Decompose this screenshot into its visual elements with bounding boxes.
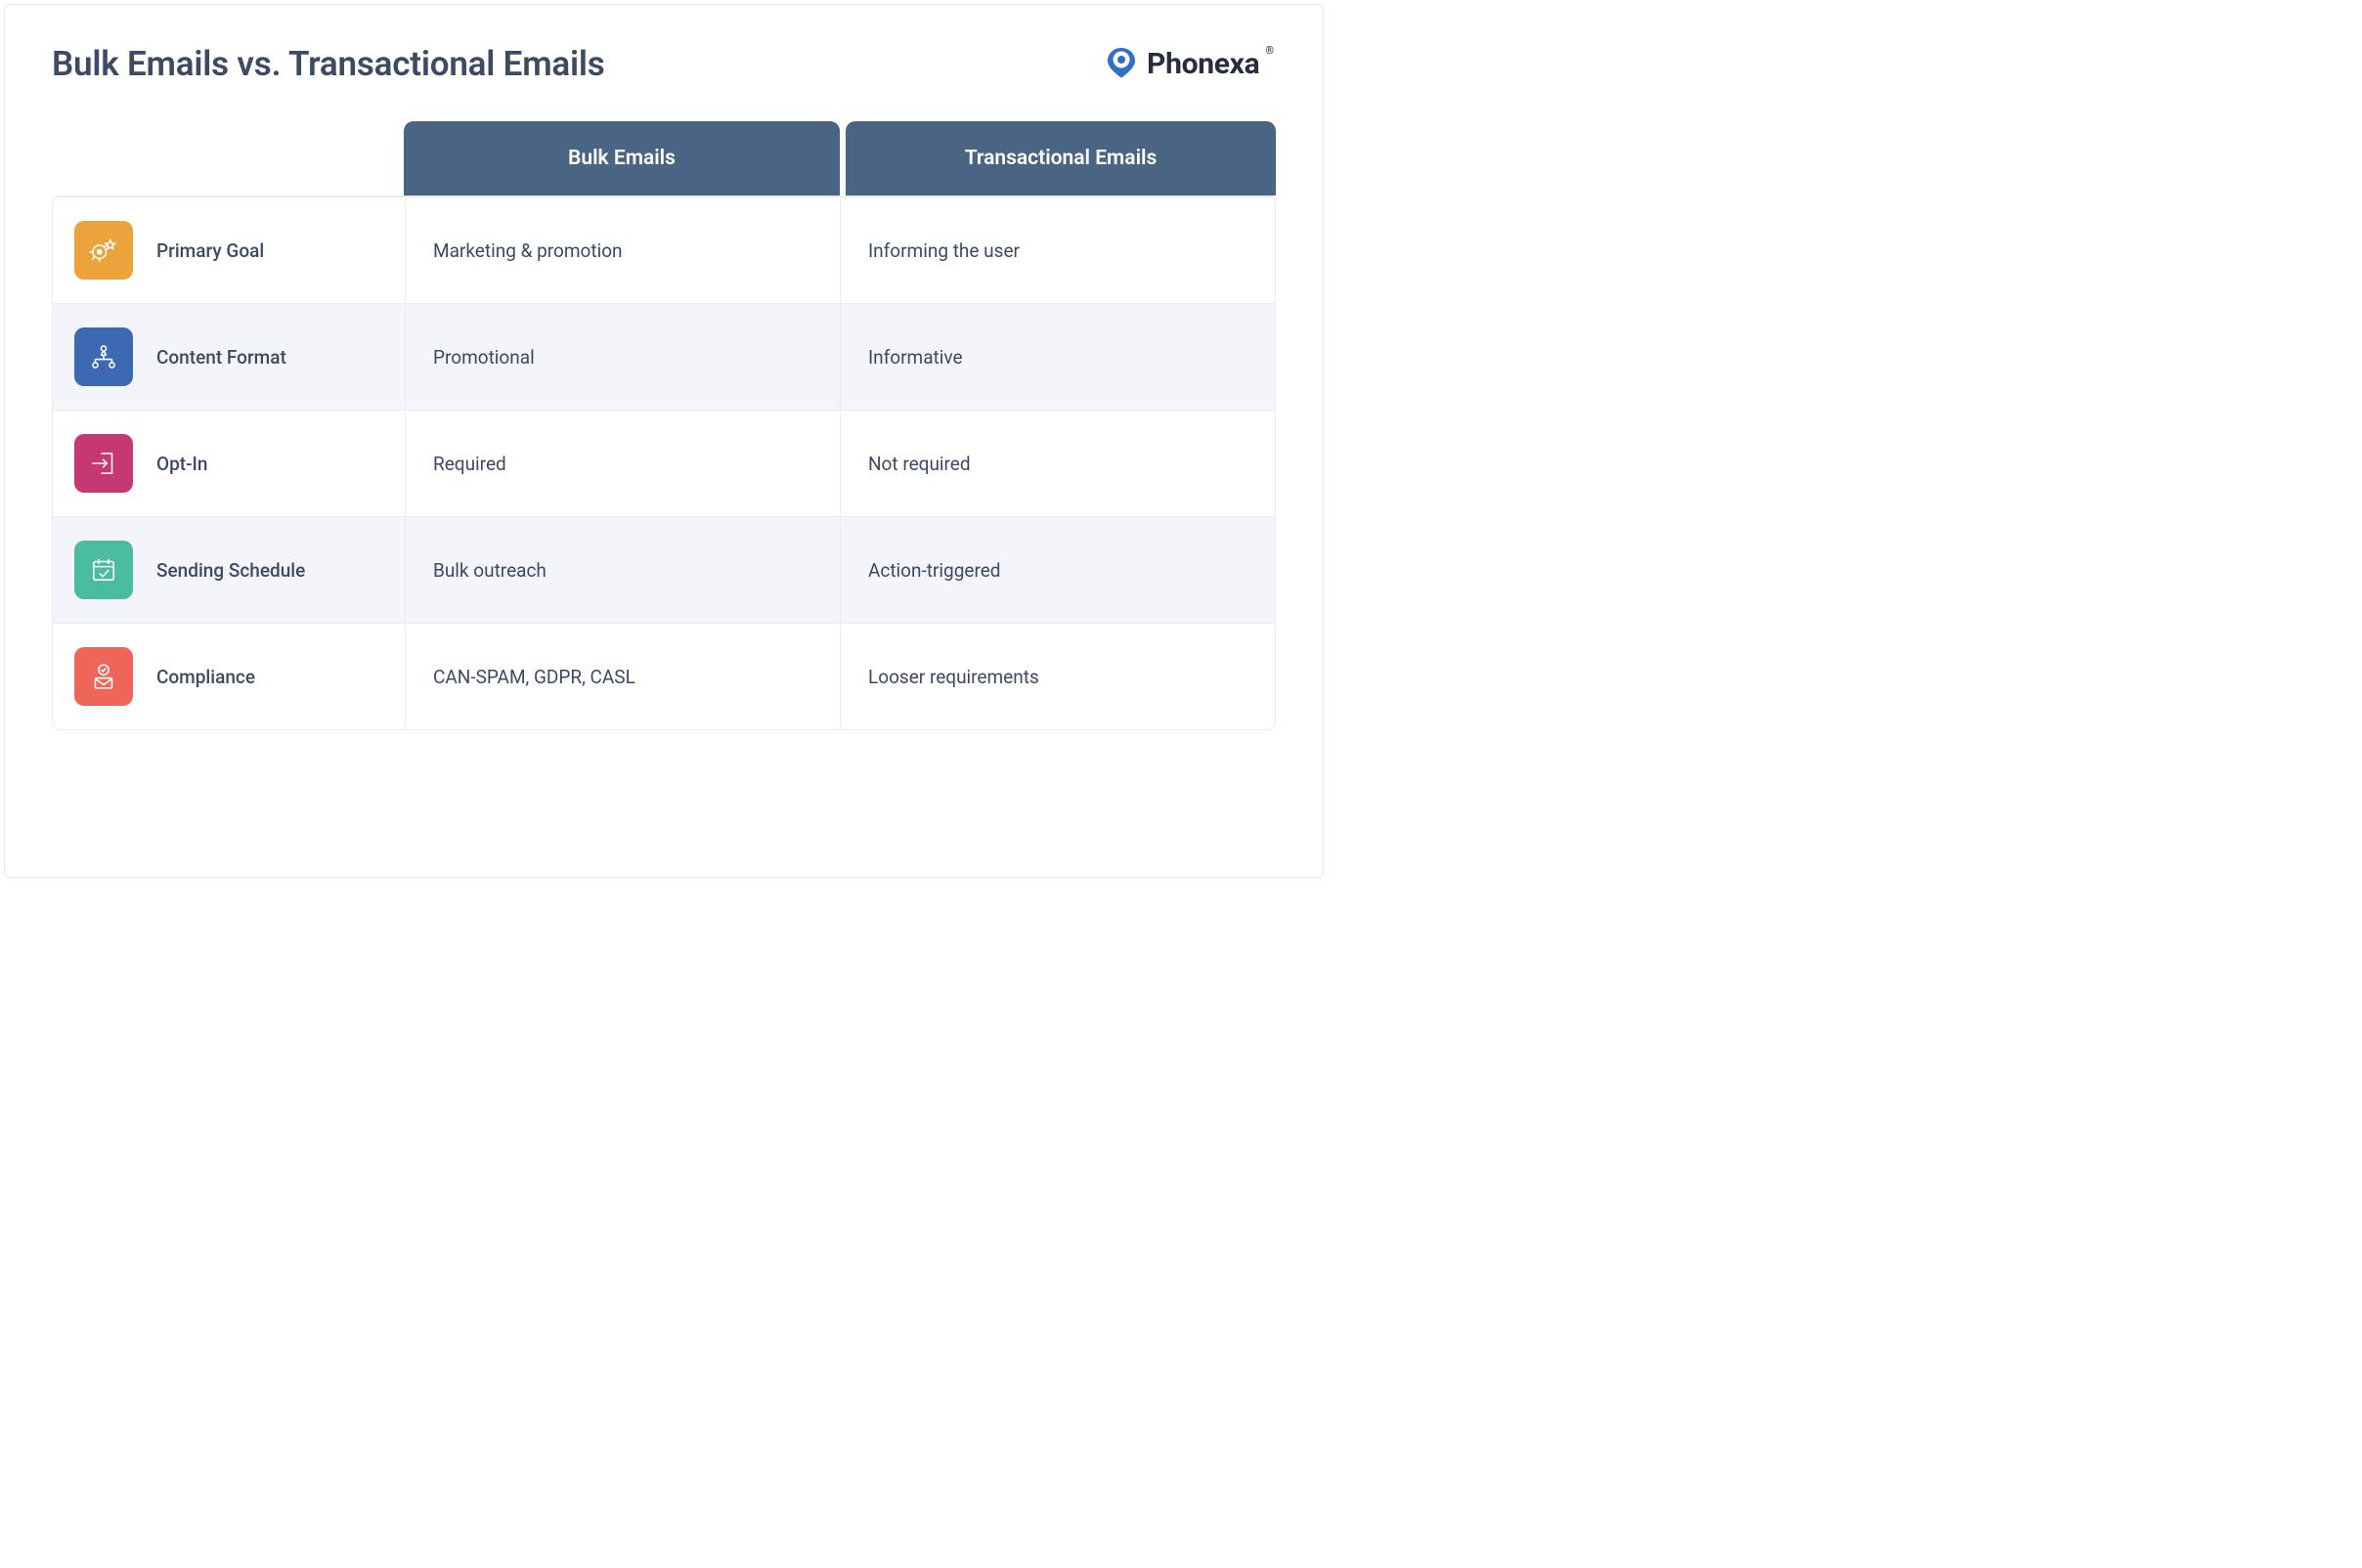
- cell-bulk: Promotional: [405, 304, 840, 410]
- table-body: Primary Goal Marketing & promotion Infor…: [52, 196, 1276, 730]
- hierarchy-icon: [74, 327, 133, 386]
- cell-bulk: Marketing & promotion: [405, 197, 840, 303]
- row-label-text: Opt-In: [156, 453, 208, 475]
- cell-transactional: Not required: [840, 411, 1275, 516]
- cell-bulk: Required: [405, 411, 840, 516]
- cell-transactional: Looser requirements: [840, 624, 1275, 729]
- comparison-table: Bulk Emails Transactional Emails: [52, 121, 1276, 730]
- cell-bulk: CAN-SPAM, GDPR, CASL: [405, 624, 840, 729]
- row-label: Compliance: [53, 624, 405, 729]
- row-label: Opt-In: [53, 411, 405, 516]
- table-row: Opt-In Required Not required: [53, 410, 1275, 516]
- header: Bulk Emails vs. Transactional Emails Pho…: [52, 44, 1276, 84]
- row-label: Primary Goal: [53, 197, 405, 303]
- comparison-card: Bulk Emails vs. Transactional Emails Pho…: [4, 4, 1324, 878]
- table-row: Content Format Promotional Informative: [53, 303, 1275, 410]
- table-row: Compliance CAN-SPAM, GDPR, CASL Looser r…: [53, 623, 1275, 729]
- row-label: Content Format: [53, 304, 405, 410]
- row-label: Sending Schedule: [53, 517, 405, 623]
- cell-transactional: Action-triggered: [840, 517, 1275, 623]
- brand-logo: Phonexa ®: [1104, 45, 1276, 84]
- registered-mark-icon: ®: [1265, 44, 1274, 57]
- enter-arrow-icon: [74, 434, 133, 493]
- column-header-bulk: Bulk Emails: [404, 121, 840, 196]
- cell-transactional: Informative: [840, 304, 1275, 410]
- row-label-text: Primary Goal: [156, 240, 264, 262]
- brand-name: Phonexa: [1147, 47, 1259, 81]
- header-spacer: [52, 121, 404, 196]
- row-label-text: Sending Schedule: [156, 559, 305, 582]
- target-star-icon: [74, 221, 133, 280]
- row-label-text: Compliance: [156, 666, 255, 688]
- table-row: Primary Goal Marketing & promotion Infor…: [53, 196, 1275, 303]
- cell-transactional: Informing the user: [840, 197, 1275, 303]
- cell-bulk: Bulk outreach: [405, 517, 840, 623]
- table-header: Bulk Emails Transactional Emails: [52, 121, 1276, 196]
- phonexa-mark-icon: [1104, 45, 1139, 84]
- row-label-text: Content Format: [156, 346, 286, 369]
- calendar-check-icon: [74, 541, 133, 599]
- column-header-transactional: Transactional Emails: [846, 121, 1276, 196]
- table-row: Sending Schedule Bulk outreach Action-tr…: [53, 516, 1275, 623]
- approved-mail-icon: [74, 647, 133, 706]
- page-title: Bulk Emails vs. Transactional Emails: [52, 44, 605, 84]
